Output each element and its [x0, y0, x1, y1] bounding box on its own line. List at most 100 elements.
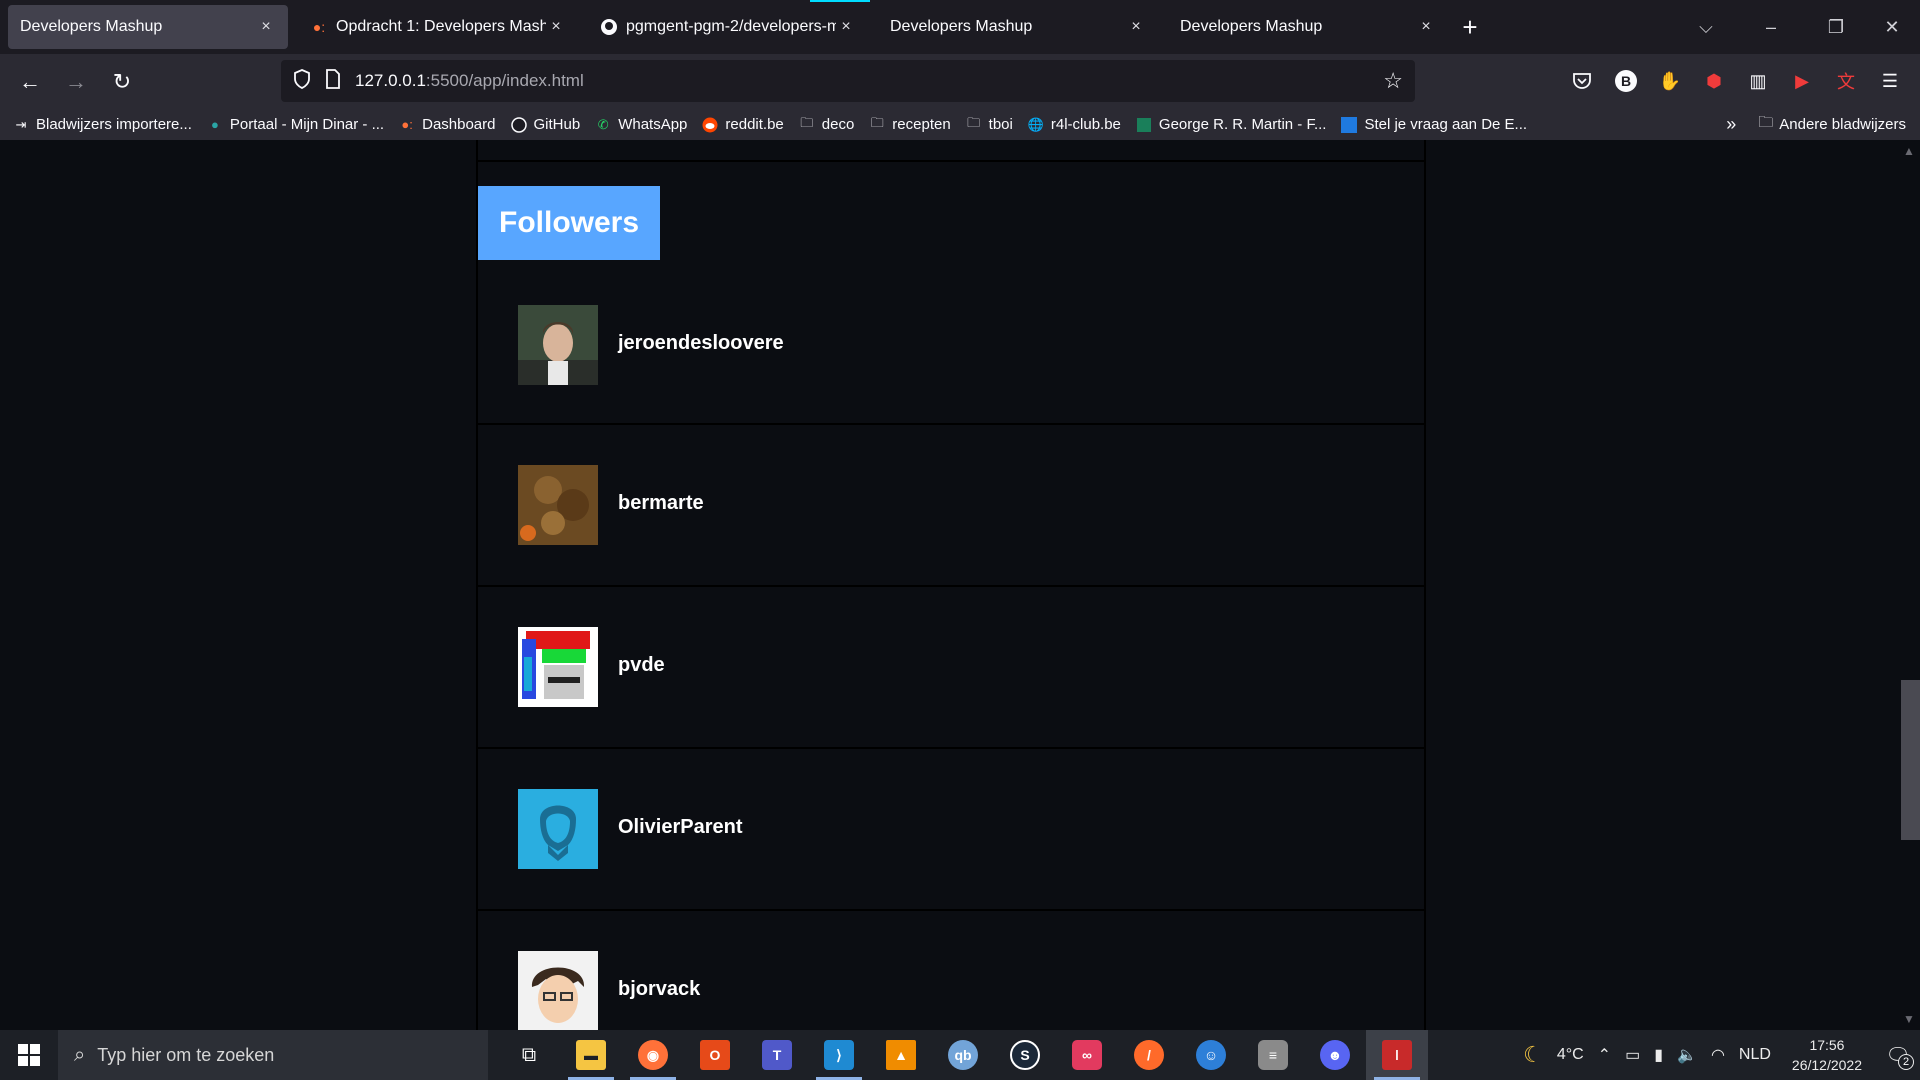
bookmark-reddit[interactable]: reddit.be [701, 116, 784, 134]
close-icon[interactable]: × [1126, 18, 1146, 36]
chevron-right-icon[interactable]: » [1726, 114, 1736, 135]
scroll-down-icon[interactable]: ▼ [1898, 1012, 1920, 1026]
moon-icon[interactable]: ☾ [1523, 1042, 1543, 1068]
chevron-up-icon[interactable]: ⌃ [1598, 1045, 1611, 1065]
qbittorrent-icon[interactable]: qb [932, 1030, 994, 1080]
bookmark-stel-je-vraag[interactable]: Stel je vraag aan De E... [1340, 116, 1527, 134]
close-icon[interactable]: × [546, 18, 566, 36]
task-view-icon[interactable]: ⧉ [498, 1030, 560, 1080]
window-controls: ⌵ – ❐ ✕ [1678, 0, 1920, 54]
remote-icon[interactable]: ▭ [1625, 1045, 1640, 1065]
hand-extension-icon[interactable]: ✋ [1648, 62, 1692, 100]
clock[interactable]: 17:56 26/12/2022 [1792, 1035, 1862, 1075]
translate-extension-icon[interactable]: 文 [1824, 62, 1868, 100]
bookmark-grrm[interactable]: George R. R. Martin - F... [1135, 116, 1327, 134]
file-explorer-icon[interactable]: ▬ [560, 1030, 622, 1080]
bookmark-star-icon[interactable]: ☆ [1383, 68, 1403, 94]
page-viewport: Followers jeroendesloovere bermarte pvde… [0, 140, 1920, 1030]
page-info-icon[interactable] [325, 68, 341, 94]
vlc-icon[interactable]: ▲ [870, 1030, 932, 1080]
bookmark-folder-recepten[interactable]: 🗀 recepten [868, 114, 951, 134]
globe-icon: 🌐 [1027, 116, 1044, 132]
follower-username[interactable]: pvde [618, 654, 665, 677]
follower-username[interactable]: bermarte [618, 492, 704, 515]
steam-icon[interactable]: S [994, 1030, 1056, 1080]
discord-icon[interactable]: ☻ [1304, 1030, 1366, 1080]
follower-row[interactable]: bjorvack [478, 911, 1424, 1030]
firefox-icon[interactable]: ◉ [622, 1030, 684, 1080]
tracking-shield-icon[interactable] [293, 68, 311, 94]
database-icon[interactable]: ≡ [1242, 1030, 1304, 1080]
weather-temperature[interactable]: 4°C [1557, 1046, 1584, 1064]
orange-app-icon[interactable]: / [1118, 1030, 1180, 1080]
follower-row[interactable]: bermarte [478, 425, 1424, 587]
follower-username[interactable]: bjorvack [618, 978, 700, 1001]
page-scrollbar[interactable]: ▲ ▼ [1898, 140, 1920, 1030]
follower-row[interactable]: OlivierParent [478, 749, 1424, 911]
restore-button[interactable]: ❐ [1808, 17, 1864, 38]
browser-window: Developers Mashup × ●: Opdracht 1: Devel… [0, 0, 1920, 1080]
thermometer-app-icon[interactable]: ǀ [1366, 1030, 1428, 1080]
barcode-extension-icon[interactable]: ▥ [1736, 62, 1780, 100]
bookmark-folder-tboi[interactable]: 🗀 tboi [965, 115, 1013, 134]
clock-time: 17:56 [1809, 1037, 1845, 1053]
pocket-icon[interactable] [1560, 62, 1604, 100]
bookmark-label: George R. R. Martin - F... [1158, 116, 1327, 133]
bookmark-label: WhatsApp [618, 116, 688, 133]
import-icon: ⇥ [15, 116, 27, 132]
follower-row[interactable]: jeroendesloovere [478, 263, 1424, 425]
tab-developers-mashup-2[interactable]: Developers Mashup × [878, 5, 1158, 49]
tab-github[interactable]: pgmgent-pgm-2/developers-m × [588, 5, 868, 49]
wifi-icon[interactable]: ◠ [1711, 1045, 1725, 1065]
speaker-icon[interactable]: 🔈 [1677, 1045, 1697, 1065]
menu-icon[interactable]: ☰ [1868, 62, 1912, 100]
close-icon[interactable]: × [836, 18, 856, 36]
back-button[interactable]: ← [8, 62, 52, 102]
vscode-icon[interactable]: ⟩ [808, 1030, 870, 1080]
other-bookmarks[interactable]: Andere bladwijzers [1779, 116, 1906, 133]
tab-title: Developers Mashup [20, 18, 163, 35]
bookmark-r4l[interactable]: 🌐 r4l-club.be [1027, 116, 1121, 134]
bookmark-whatsapp[interactable]: ✆ WhatsApp [594, 116, 688, 134]
minimize-button[interactable]: – [1734, 17, 1808, 38]
follower-username[interactable]: jeroendesloovere [618, 332, 784, 355]
reload-button[interactable]: ↻ [100, 62, 144, 102]
game-app-icon[interactable]: ☺ [1180, 1030, 1242, 1080]
follower-row[interactable]: pvde [478, 587, 1424, 749]
youtube-extension-icon[interactable]: ▶ [1780, 62, 1824, 100]
folder-icon: 🗀 [870, 114, 884, 130]
address-bar[interactable]: 127.0.0.1 :5500/app/index.html ☆ [281, 60, 1415, 102]
windows-start-button[interactable] [0, 1030, 58, 1080]
tab-strip: Developers Mashup × ●: Opdracht 1: Devel… [0, 0, 1920, 54]
forward-button[interactable]: → [54, 62, 98, 102]
office-icon[interactable]: O [684, 1030, 746, 1080]
whatsapp-icon: ✆ [597, 116, 609, 132]
notification-center-button[interactable]: 🗨 2 [1876, 1030, 1920, 1080]
notification-count: 2 [1898, 1054, 1914, 1070]
window-close-button[interactable]: ✕ [1864, 17, 1920, 38]
battery-icon[interactable]: ▮ [1654, 1045, 1663, 1065]
b-extension-icon[interactable]: B [1604, 62, 1648, 100]
close-icon[interactable]: × [1416, 18, 1436, 36]
tab-developers-mashup-1[interactable]: Developers Mashup × [8, 5, 288, 49]
scroll-up-icon[interactable]: ▲ [1898, 144, 1920, 158]
new-tab-button[interactable]: + [1450, 0, 1490, 54]
tab-developers-mashup-3[interactable]: Developers Mashup × [1168, 5, 1448, 49]
scrollbar-thumb[interactable] [1901, 680, 1920, 840]
bookmark-portaal[interactable]: ● Portaal - Mijn Dinar - ... [206, 116, 384, 134]
list-tabs-button[interactable]: ⌵ [1678, 17, 1734, 38]
reddit-icon [701, 116, 719, 134]
taskbar-search[interactable]: ⌕ Typ hier om te zoeken [58, 1030, 488, 1080]
bookmark-import[interactable]: ⇥ Bladwijzers importere... [12, 116, 192, 134]
language-indicator[interactable]: NLD [1739, 1046, 1771, 1064]
tab-opdracht[interactable]: ●: Opdracht 1: Developers Mashup × [298, 5, 578, 49]
url-host: 127.0.0.1 [355, 71, 426, 90]
follower-username[interactable]: OlivierParent [618, 816, 743, 839]
close-icon[interactable]: × [256, 18, 276, 36]
creative-cloud-icon[interactable]: ∞ [1056, 1030, 1118, 1080]
bookmark-folder-deco[interactable]: 🗀 deco [798, 115, 854, 134]
bookmark-github[interactable]: GitHub [510, 116, 580, 134]
bookmark-dashboard[interactable]: ●: Dashboard [398, 116, 495, 134]
ublock-icon[interactable]: ⬢ [1692, 62, 1736, 100]
teams-icon[interactable]: T [746, 1030, 808, 1080]
